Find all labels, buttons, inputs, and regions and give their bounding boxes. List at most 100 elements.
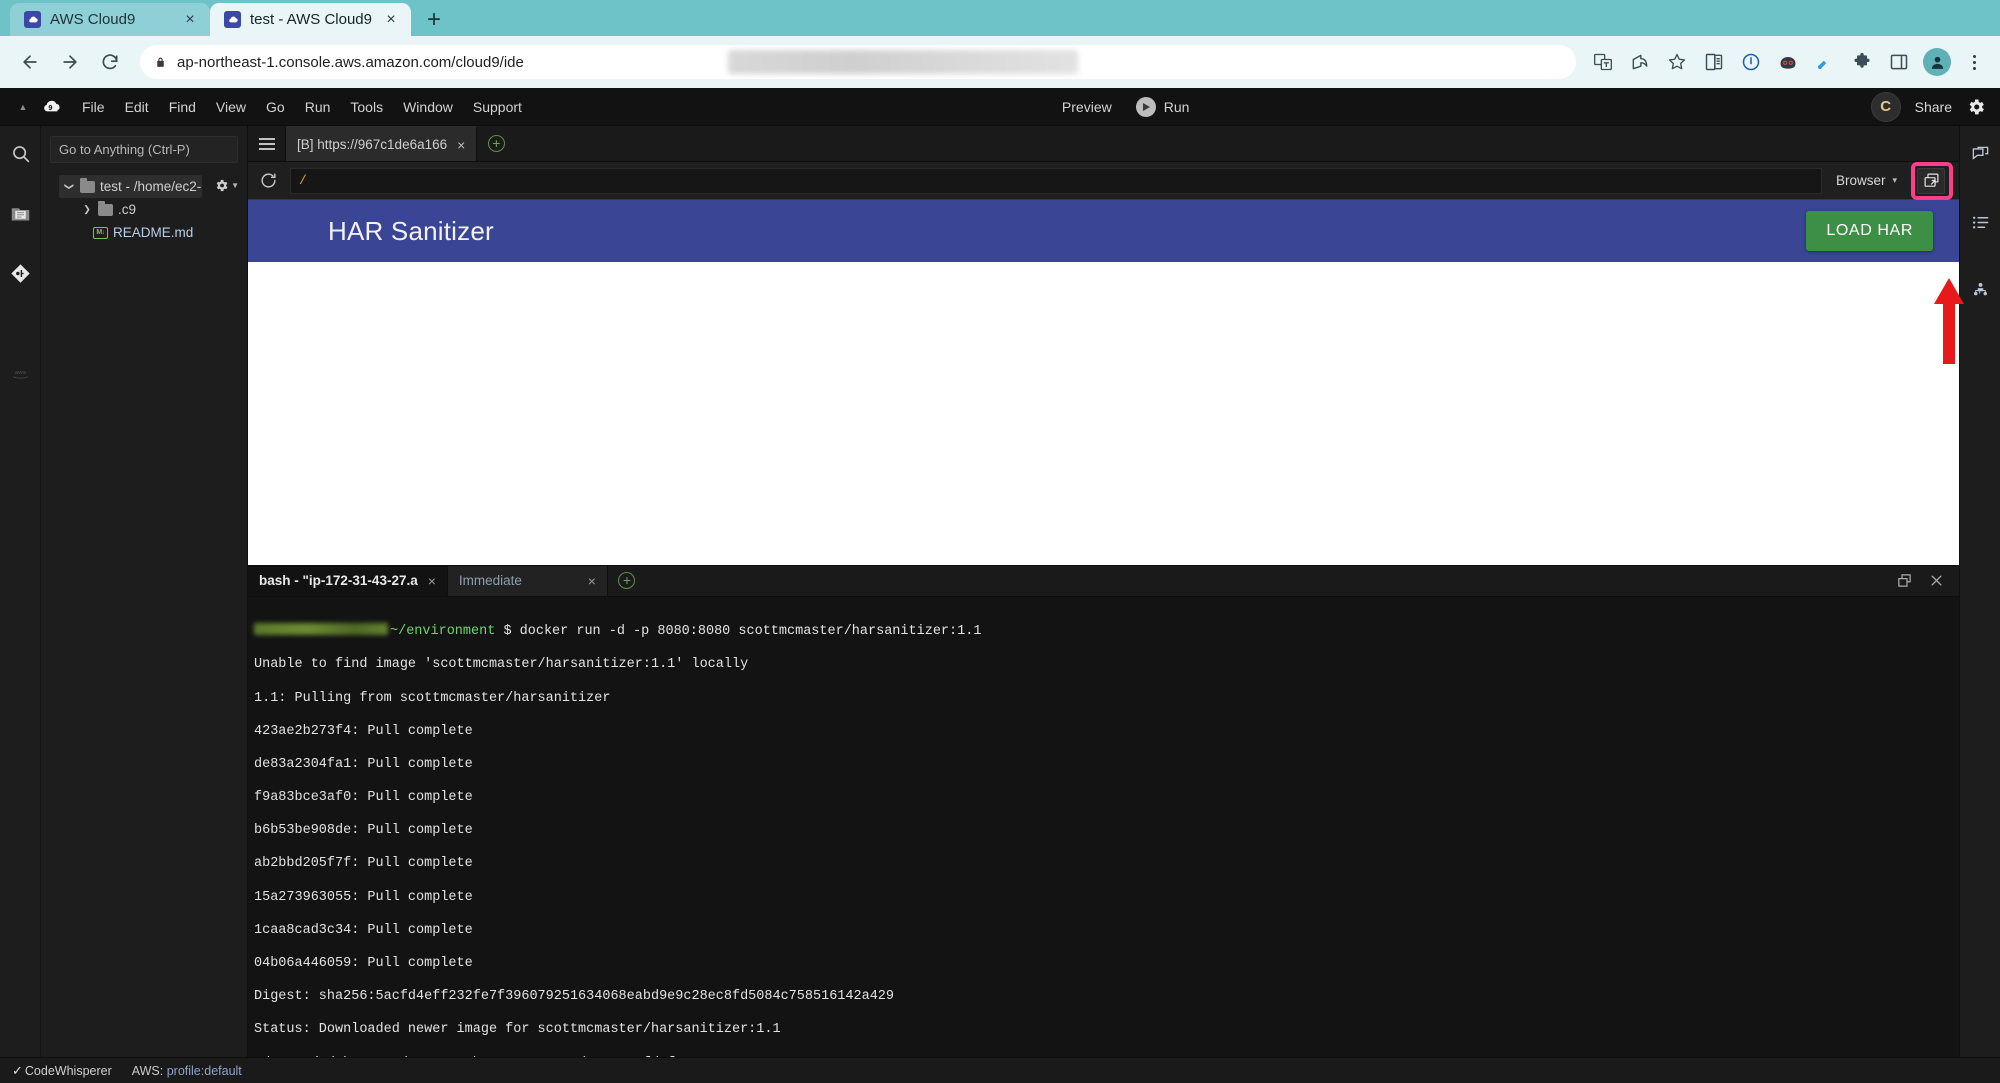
file-tree: ▼ ❯ test - /home/ec2-u ❯ .c9 M↓ README.m… [41, 165, 247, 244]
gear-icon[interactable] [1966, 97, 1986, 117]
cloud9-logo-icon[interactable]: 9 [36, 92, 66, 122]
forward-icon[interactable] [52, 44, 88, 80]
terminal-panel-actions [1891, 566, 1959, 596]
browser-tab-2[interactable]: test - AWS Cloud9 × [210, 3, 411, 36]
omnibox[interactable]: ap-northeast-1.console.aws.amazon.com/cl… [140, 45, 1576, 79]
tree-item-c9-label: .c9 [118, 202, 137, 217]
outline-icon[interactable] [1968, 210, 1992, 234]
tree-item-root[interactable]: ❯ test - /home/ec2-u [59, 175, 202, 198]
preview-browser-toolbar: / Browser ▾ [248, 161, 1959, 200]
tree-gear-icon[interactable]: ▼ [214, 178, 239, 193]
new-tab-button[interactable]: + [417, 4, 451, 36]
new-editor-tab-button[interactable]: + [477, 126, 515, 161]
codewhisperer-status[interactable]: ✓ CodeWhisperer [12, 1063, 112, 1079]
terminal-line: 15a273963055: Pull complete [254, 889, 473, 905]
translate-icon[interactable] [1586, 45, 1620, 79]
goto-anything-input[interactable]: Go to Anything (Ctrl-P) [50, 136, 238, 163]
profile-avatar-icon[interactable] [1923, 48, 1951, 76]
comments-icon[interactable] [1968, 142, 1992, 166]
collaborate-icon[interactable] [1968, 278, 1992, 302]
menu-tools[interactable]: Tools [340, 92, 393, 122]
aws-profile-status[interactable]: AWS: profile:default [132, 1064, 242, 1078]
menu-run[interactable]: Run [295, 92, 341, 122]
url-text: ap-northeast-1.console.aws.amazon.com/cl… [177, 53, 524, 71]
terminal-tab-immediate[interactable]: Immediate × [447, 566, 608, 596]
terminal-sigil: $ [503, 624, 512, 640]
menu-view[interactable]: View [206, 92, 256, 122]
reload-icon[interactable] [92, 44, 128, 80]
tree-item-readme[interactable]: M↓ README.md [41, 221, 247, 244]
collapse-arrow-icon[interactable]: ▲ [10, 92, 36, 122]
terminal-output[interactable]: ~/environment $ docker run -d -p 8080:80… [248, 597, 1959, 1057]
browser-chrome: AWS Cloud9 × test - AWS Cloud9 × + ap-no… [0, 0, 2000, 88]
plus-circle-icon: + [487, 135, 505, 152]
popout-new-window-icon[interactable] [1917, 167, 1945, 194]
close-panel-icon[interactable] [1923, 568, 1949, 594]
menu-go[interactable]: Go [256, 92, 295, 122]
new-terminal-tab-button[interactable]: + [608, 566, 646, 596]
markdown-file-icon: M↓ [93, 226, 108, 239]
tree-item-c9[interactable]: ❯ .c9 [41, 198, 247, 221]
preview-iframe: HAR Sanitizer LOAD HAR [248, 200, 1959, 565]
menu-window[interactable]: Window [393, 92, 463, 122]
source-control-icon[interactable] [7, 260, 33, 286]
aws-profile-value: profile:default [166, 1063, 242, 1078]
cloud9-ide: ▲ 9 File Edit Find View Go Run Tools Win… [0, 88, 2000, 1083]
user-avatar[interactable]: C [1870, 91, 1901, 122]
bookmark-star-icon[interactable] [1660, 45, 1694, 79]
run-button[interactable]: Run [1126, 92, 1200, 122]
puzzle-extensions-icon[interactable] [1845, 45, 1879, 79]
load-har-button[interactable]: LOAD HAR [1806, 211, 1933, 251]
share-icon[interactable] [1623, 45, 1657, 79]
terminal-tab-bash-close-icon[interactable]: × [428, 573, 436, 589]
run-button-label: Run [1163, 98, 1190, 115]
browser-tab-2-close-icon[interactable]: × [381, 10, 401, 30]
browser-tab-1-close-icon[interactable]: × [180, 10, 200, 30]
terminal-line: ~/environment $ docker run -d -p 8080:80… [254, 623, 1959, 641]
svg-text:9: 9 [48, 103, 52, 112]
terminal-tab-immediate-close-icon[interactable]: × [588, 573, 596, 589]
url-redacted-blur [728, 50, 1078, 74]
preview-address-input[interactable]: / [290, 167, 1822, 194]
terminal-line: ab2bbd205f7f: Pull complete [254, 856, 473, 872]
run-play-icon [1135, 96, 1156, 117]
lock-icon [154, 55, 167, 70]
tree-item-root-label: test - /home/ec2-u [100, 179, 202, 194]
browser-reload-icon[interactable] [254, 171, 282, 190]
editor-tab-browser[interactable]: [B] https://967c1de6a166 × [286, 126, 478, 161]
right-sidebar [1959, 126, 2000, 1057]
terminal-tab-bash[interactable]: bash - "ip-172-31-43-27.a × [248, 566, 448, 596]
browser-tab-1[interactable]: AWS Cloud9 × [10, 3, 210, 36]
search-icon[interactable] [7, 140, 33, 166]
har-app-header: HAR Sanitizer LOAD HAR [248, 200, 1959, 262]
browser-url-bar: ap-northeast-1.console.aws.amazon.com/cl… [0, 36, 2000, 88]
terminal-panel: bash - "ip-172-31-43-27.a × Immediate × … [248, 565, 1959, 1057]
menu-edit[interactable]: Edit [115, 92, 159, 122]
chrome-menu-icon[interactable] [1960, 54, 1988, 70]
terminal-line: Digest: sha256:5acfd4eff232fe7f396079251… [254, 989, 895, 1005]
preview-mode-select[interactable]: Browser ▾ [1830, 173, 1903, 188]
environment-files-icon[interactable] [7, 200, 33, 226]
editor-tab-close-icon[interactable]: × [457, 137, 465, 153]
side-panel-icon[interactable] [1882, 45, 1916, 79]
racoon-extension-icon[interactable] [1771, 45, 1805, 79]
share-button[interactable]: Share [1915, 99, 1952, 115]
menu-find[interactable]: Find [159, 92, 206, 122]
chevron-right-icon[interactable]: ❯ [81, 204, 93, 215]
folder-icon [80, 177, 95, 193]
copy-pages-icon[interactable] [1697, 45, 1731, 79]
popout-button-wrap [1911, 161, 1953, 200]
menu-support[interactable]: Support [463, 92, 532, 122]
onepassword-icon[interactable] [1734, 45, 1768, 79]
editor-tab-bar: [B] https://967c1de6a166 × + [248, 126, 1959, 162]
maximize-panel-icon[interactable] [1891, 568, 1917, 594]
preview-button[interactable]: Preview [1052, 92, 1122, 122]
activity-bar: aws [0, 126, 41, 1057]
chevron-down-icon[interactable]: ❯ [64, 181, 75, 193]
key-extension-icon[interactable] [1808, 45, 1842, 79]
terminal-tab-bash-label: bash - "ip-172-31-43-27.a [259, 573, 418, 589]
cloud9-body: aws Go to Anything (Ctrl-P) ▼ ❯ test - /… [0, 126, 2000, 1057]
menu-file[interactable]: File [72, 92, 115, 122]
back-icon[interactable] [12, 44, 48, 80]
hamburger-icon[interactable] [248, 126, 286, 161]
